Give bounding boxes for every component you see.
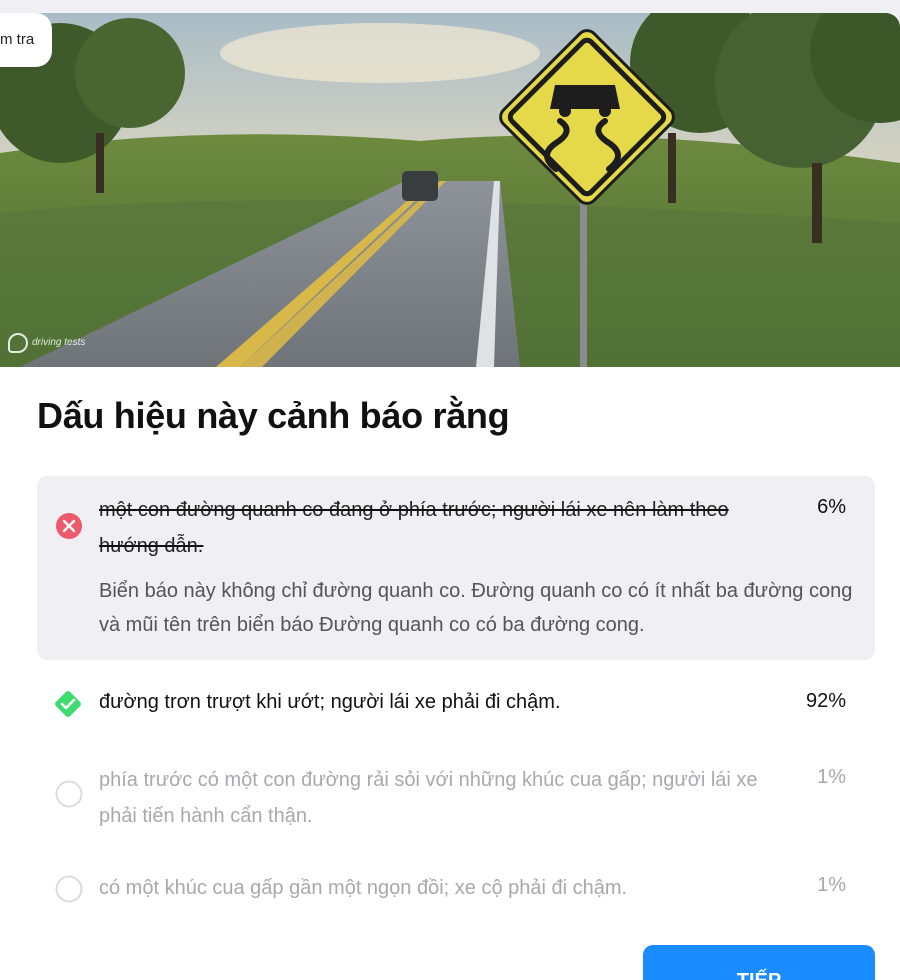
correct-check-icon	[55, 691, 81, 717]
answer-percent: 1%	[817, 766, 846, 788]
question-image	[0, 13, 900, 367]
answer-text: có một khúc cua gấp gần một ngọn đồi; xe…	[99, 877, 628, 899]
answer-option-4[interactable]: có một khúc cua gấp gần một ngọn đồi; xe…	[37, 866, 875, 912]
answer-percent: 92%	[805, 690, 846, 712]
answer-text: phía trước có một con đường rải sỏi với …	[99, 769, 758, 827]
question-title: Dấu hiệu này cảnh báo rằng	[37, 395, 510, 436]
answer-percent: 1%	[817, 874, 846, 896]
answer-percent: 6%	[817, 496, 846, 518]
top-strip	[0, 0, 900, 13]
watermark-text: driving tests	[32, 337, 86, 348]
answer-option-2[interactable]: đường trơn trượt khi ướt; người lái xe p…	[37, 680, 875, 726]
radio-empty-icon	[55, 875, 83, 903]
wrong-x-icon	[56, 513, 82, 539]
answer-explanation: Biển báo này không chỉ đường quanh co. Đ…	[99, 580, 853, 636]
radio-empty-icon	[55, 780, 83, 808]
back-pill-label: m tra	[0, 31, 35, 48]
next-button[interactable]: TIẾP	[643, 945, 875, 980]
watermark: driving tests	[8, 333, 85, 353]
back-pill[interactable]: m tra	[0, 13, 52, 67]
answer-text: một con đường quanh co đang ở phía trước…	[99, 499, 729, 557]
answer-option-3[interactable]: phía trước có một con đường rải sỏi với …	[37, 758, 875, 838]
driving-tests-logo-icon	[8, 333, 28, 353]
answer-option-1[interactable]: một con đường quanh co đang ở phía trước…	[37, 476, 875, 660]
answer-text: đường trơn trượt khi ướt; người lái xe p…	[99, 691, 561, 713]
